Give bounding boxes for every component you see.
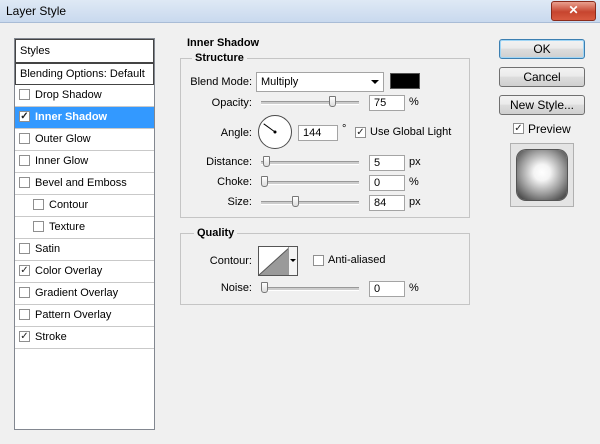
distance-slider[interactable]	[261, 156, 359, 167]
style-checkbox[interactable]	[19, 88, 30, 100]
styles-list-item[interactable]: Texture	[15, 217, 154, 239]
anti-aliased-label: Anti-aliased	[328, 254, 386, 266]
styles-list-item-label: Inner Shadow	[35, 111, 108, 123]
style-checkbox[interactable]: ✓	[19, 330, 30, 342]
styles-list-item-label: Bevel and Emboss	[35, 177, 127, 189]
styles-list-item[interactable]: Inner Glow	[15, 151, 154, 173]
contour-dropdown-button[interactable]	[288, 247, 297, 275]
styles-list-item-label: Blending Options: Default	[20, 68, 145, 80]
choke-label: Choke:	[217, 176, 252, 188]
choke-slider-thumb[interactable]	[261, 176, 268, 187]
styles-list-item-label: Color Overlay	[35, 265, 103, 277]
style-checkbox[interactable]	[19, 308, 30, 320]
styles-list-header[interactable]: Styles	[15, 39, 154, 63]
opacity-unit: %	[409, 96, 419, 108]
style-checkbox[interactable]: ✓	[19, 110, 30, 122]
opacity-label: Opacity:	[211, 97, 252, 109]
angle-field[interactable]: 144	[298, 125, 338, 141]
preview-swatch	[517, 150, 567, 200]
styles-list-item-label: Satin	[35, 243, 61, 255]
blend-mode-value: Multiply	[261, 76, 299, 88]
styles-list-item-label: Contour	[49, 199, 89, 211]
styles-list-item-label: Stroke	[35, 331, 67, 343]
distance-label: Distance:	[206, 156, 252, 168]
distance-slider-thumb[interactable]	[263, 156, 270, 167]
style-checkbox[interactable]	[19, 242, 30, 254]
structure-title: Structure	[192, 52, 247, 64]
distance-unit: px	[409, 156, 421, 168]
styles-list-item[interactable]: Outer Glow	[15, 129, 154, 151]
chevron-down-icon	[371, 80, 379, 84]
styles-list: Styles Blending Options: Default Drop Sha…	[14, 38, 155, 430]
use-global-light-label: Use Global Light	[370, 126, 452, 138]
styles-list-item-label: Outer Glow	[35, 133, 91, 145]
close-icon: ✕	[568, 3, 579, 17]
noise-slider[interactable]	[261, 282, 359, 293]
style-checkbox[interactable]	[19, 286, 30, 298]
anti-aliased-checkbox[interactable]	[313, 255, 324, 266]
size-slider-thumb[interactable]	[292, 196, 299, 207]
style-checkbox[interactable]: ✓	[19, 264, 30, 276]
chevron-down-icon	[290, 259, 296, 262]
blend-mode-label: Blend Mode:	[190, 76, 252, 88]
cancel-button[interactable]: Cancel	[499, 67, 585, 87]
styles-list-item[interactable]: ✓ Inner Shadow	[15, 107, 154, 129]
styles-list-item-label: Drop Shadow	[35, 89, 102, 101]
shadow-color-swatch[interactable]	[390, 73, 420, 89]
style-checkbox[interactable]	[19, 132, 30, 144]
quality-group	[180, 233, 470, 305]
styles-list-item[interactable]: Blending Options: Default	[15, 63, 154, 85]
choke-field[interactable]: 0	[369, 175, 405, 191]
styles-list-item[interactable]: ✓ Stroke	[15, 327, 154, 349]
choke-slider[interactable]	[261, 176, 359, 187]
styles-list-item[interactable]: Drop Shadow	[15, 85, 154, 107]
styles-list-item-label: Texture	[49, 221, 86, 233]
style-checkbox[interactable]	[19, 176, 30, 188]
size-label: Size:	[227, 196, 252, 208]
size-unit: px	[409, 196, 421, 208]
inner-shadow-title: Inner Shadow	[184, 37, 263, 49]
angle-label: Angle:	[220, 127, 252, 139]
noise-field[interactable]: 0	[369, 281, 405, 297]
styles-list-item-label: Pattern Overlay	[35, 309, 112, 321]
opacity-slider[interactable]	[261, 96, 359, 107]
styles-list-item[interactable]: Bevel and Emboss	[15, 173, 154, 195]
style-preview	[510, 143, 574, 207]
styles-list-item[interactable]: Pattern Overlay	[15, 305, 154, 327]
style-checkbox[interactable]	[33, 220, 44, 232]
use-global-light-checkbox[interactable]: ✓	[355, 127, 366, 138]
styles-list-item[interactable]: Gradient Overlay	[15, 283, 154, 305]
window-title: Layer Style	[6, 4, 67, 18]
opacity-field[interactable]: 75	[369, 95, 405, 111]
dialog-body: Styles Blending Options: Default Drop Sha…	[8, 30, 592, 436]
new-style-button[interactable]: New Style...	[499, 95, 585, 115]
noise-label: Noise:	[220, 282, 252, 294]
close-button[interactable]: ✕	[551, 1, 596, 21]
quality-title: Quality	[194, 227, 238, 239]
blend-mode-select[interactable]: Multiply	[256, 72, 384, 92]
styles-list-item-label: Inner Glow	[35, 155, 89, 167]
contour-label: Contour:	[209, 255, 252, 267]
noise-slider-thumb[interactable]	[261, 282, 268, 293]
distance-field[interactable]: 5	[369, 155, 405, 171]
ok-button[interactable]: OK	[499, 39, 585, 59]
choke-unit: %	[409, 176, 419, 188]
styles-list-item[interactable]: Satin	[15, 239, 154, 261]
angle-dial[interactable]	[257, 114, 293, 150]
preview-checkbox[interactable]: ✓	[513, 123, 524, 134]
contour-picker[interactable]	[258, 246, 298, 276]
size-slider[interactable]	[261, 196, 359, 207]
style-checkbox[interactable]	[19, 154, 30, 166]
size-field[interactable]: 84	[369, 195, 405, 211]
styles-list-item-label: Gradient Overlay	[35, 287, 119, 299]
styles-list-item[interactable]: ✓ Color Overlay	[15, 261, 154, 283]
title-bar: Layer Style ✕	[0, 0, 600, 23]
contour-curve-icon	[259, 247, 290, 275]
noise-unit: %	[409, 282, 419, 294]
style-checkbox[interactable]	[33, 198, 44, 210]
opacity-slider-thumb[interactable]	[329, 96, 336, 107]
styles-list-item[interactable]: Contour	[15, 195, 154, 217]
angle-unit: °	[342, 123, 347, 135]
preview-label: Preview	[528, 122, 571, 136]
